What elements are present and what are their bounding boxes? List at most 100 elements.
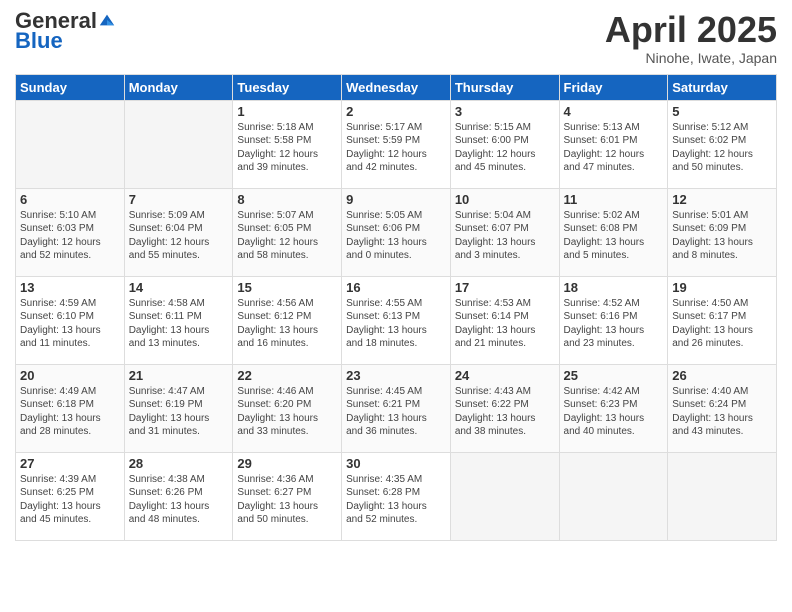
- day-number: 18: [564, 280, 664, 295]
- day-info: Sunrise: 4:53 AMSunset: 6:14 PMDaylight:…: [455, 297, 555, 351]
- day-number: 30: [346, 456, 446, 471]
- calendar-cell: 18 Sunrise: 4:52 AMSunset: 6:16 PMDayligh…: [559, 276, 668, 364]
- weekday-header: Sunday: [16, 74, 125, 100]
- calendar-cell: [559, 452, 668, 540]
- logo: General Blue: [15, 10, 116, 54]
- calendar-cell: 13Sunrise: 4:59 AMSunset: 6:10 PMDayligh…: [16, 276, 125, 364]
- day-info: Sunrise: 5:01 AMSunset: 6:09 PMDaylight:…: [672, 209, 772, 263]
- day-number: 4: [564, 104, 664, 119]
- weekday-header-row: SundayMondayTuesdayWednesdayThursdayFrid…: [16, 74, 777, 100]
- calendar-week-row: 1 Sunrise: 5:18 AMSunset: 5:58 PMDaylight…: [16, 100, 777, 188]
- calendar-cell: 28 Sunrise: 4:38 AMSunset: 6:26 PMDayligh…: [124, 452, 233, 540]
- day-info: Sunrise: 4:47 AMSunset: 6:19 PMDaylight:…: [129, 385, 229, 439]
- calendar-cell: 3Sunrise: 5:15 AMSunset: 6:00 PMDaylight…: [450, 100, 559, 188]
- weekday-header: Tuesday: [233, 74, 342, 100]
- day-number: 8: [237, 192, 337, 207]
- day-number: 23: [346, 368, 446, 383]
- calendar-cell: 17 Sunrise: 4:53 AMSunset: 6:14 PMDayligh…: [450, 276, 559, 364]
- day-number: 13: [20, 280, 120, 295]
- day-info: Sunrise: 5:17 AMSunset: 5:59 PMDaylight:…: [346, 121, 446, 175]
- day-info: Sunrise: 4:36 AMSunset: 6:27 PMDaylight:…: [237, 473, 337, 527]
- day-number: 14: [129, 280, 229, 295]
- day-number: 17: [455, 280, 555, 295]
- day-info: Sunrise: 4:39 AMSunset: 6:25 PMDaylight:…: [20, 473, 120, 527]
- calendar-cell: 25Sunrise: 4:42 AMSunset: 6:23 PMDayligh…: [559, 364, 668, 452]
- day-info: Sunrise: 4:35 AMSunset: 6:28 PMDaylight:…: [346, 473, 446, 527]
- day-number: 27: [20, 456, 120, 471]
- day-info: Sunrise: 4:50 AMSunset: 6:17 PMDaylight:…: [672, 297, 772, 351]
- day-info: Sunrise: 4:55 AMSunset: 6:13 PMDaylight:…: [346, 297, 446, 351]
- calendar-cell: 20 Sunrise: 4:49 AMSunset: 6:18 PMDayligh…: [16, 364, 125, 452]
- weekday-header: Friday: [559, 74, 668, 100]
- calendar-cell: 5Sunrise: 5:12 AMSunset: 6:02 PMDaylight…: [668, 100, 777, 188]
- day-info: Sunrise: 4:58 AMSunset: 6:11 PMDaylight:…: [129, 297, 229, 351]
- calendar-cell: 26Sunrise: 4:40 AMSunset: 6:24 PMDayligh…: [668, 364, 777, 452]
- day-number: 2: [346, 104, 446, 119]
- day-info: Sunrise: 5:10 AMSunset: 6:03 PMDaylight:…: [20, 209, 120, 263]
- calendar-week-row: 6 Sunrise: 5:10 AMSunset: 6:03 PMDaylight…: [16, 188, 777, 276]
- calendar-week-row: 20 Sunrise: 4:49 AMSunset: 6:18 PMDayligh…: [16, 364, 777, 452]
- calendar-cell: 15 Sunrise: 4:56 AMSunset: 6:12 PMDayligh…: [233, 276, 342, 364]
- day-number: 24: [455, 368, 555, 383]
- day-number: 19: [672, 280, 772, 295]
- day-info: Sunrise: 5:04 AMSunset: 6:07 PMDaylight:…: [455, 209, 555, 263]
- day-info: Sunrise: 4:49 AMSunset: 6:18 PMDaylight:…: [20, 385, 120, 439]
- day-info: Sunrise: 5:15 AMSunset: 6:00 PMDaylight:…: [455, 121, 555, 175]
- calendar-cell: 6 Sunrise: 5:10 AMSunset: 6:03 PMDaylight…: [16, 188, 125, 276]
- calendar-cell: 12 Sunrise: 5:01 AMSunset: 6:09 PMDayligh…: [668, 188, 777, 276]
- weekday-header: Monday: [124, 74, 233, 100]
- day-number: 15: [237, 280, 337, 295]
- day-number: 11: [564, 192, 664, 207]
- calendar-cell: 16 Sunrise: 4:55 AMSunset: 6:13 PMDayligh…: [342, 276, 451, 364]
- day-info: Sunrise: 5:09 AMSunset: 6:04 PMDaylight:…: [129, 209, 229, 263]
- calendar-cell: 8Sunrise: 5:07 AMSunset: 6:05 PMDaylight…: [233, 188, 342, 276]
- day-info: Sunrise: 4:56 AMSunset: 6:12 PMDaylight:…: [237, 297, 337, 351]
- day-info: Sunrise: 4:45 AMSunset: 6:21 PMDaylight:…: [346, 385, 446, 439]
- calendar-table: SundayMondayTuesdayWednesdayThursdayFrid…: [15, 74, 777, 541]
- calendar-cell: 1 Sunrise: 5:18 AMSunset: 5:58 PMDaylight…: [233, 100, 342, 188]
- calendar-cell: 19 Sunrise: 4:50 AMSunset: 6:17 PMDayligh…: [668, 276, 777, 364]
- day-number: 29: [237, 456, 337, 471]
- weekday-header: Thursday: [450, 74, 559, 100]
- day-number: 12: [672, 192, 772, 207]
- day-number: 5: [672, 104, 772, 119]
- day-info: Sunrise: 4:38 AMSunset: 6:26 PMDaylight:…: [129, 473, 229, 527]
- calendar-cell: 30 Sunrise: 4:35 AMSunset: 6:28 PMDayligh…: [342, 452, 451, 540]
- calendar-week-row: 13Sunrise: 4:59 AMSunset: 6:10 PMDayligh…: [16, 276, 777, 364]
- calendar-cell: 2 Sunrise: 5:17 AMSunset: 5:59 PMDaylight…: [342, 100, 451, 188]
- day-number: 1: [237, 104, 337, 119]
- day-info: Sunrise: 5:02 AMSunset: 6:08 PMDaylight:…: [564, 209, 664, 263]
- header: General Blue April 2025 Ninohe, Iwate, J…: [15, 10, 777, 66]
- day-number: 20: [20, 368, 120, 383]
- day-number: 10: [455, 192, 555, 207]
- calendar-cell: 7 Sunrise: 5:09 AMSunset: 6:04 PMDaylight…: [124, 188, 233, 276]
- calendar-week-row: 27 Sunrise: 4:39 AMSunset: 6:25 PMDayligh…: [16, 452, 777, 540]
- day-info: Sunrise: 4:40 AMSunset: 6:24 PMDaylight:…: [672, 385, 772, 439]
- day-info: Sunrise: 5:18 AMSunset: 5:58 PMDaylight:…: [237, 121, 337, 175]
- calendar-cell: [668, 452, 777, 540]
- calendar-cell: 21Sunrise: 4:47 AMSunset: 6:19 PMDayligh…: [124, 364, 233, 452]
- day-number: 16: [346, 280, 446, 295]
- calendar-page: General Blue April 2025 Ninohe, Iwate, J…: [0, 0, 792, 612]
- day-number: 28: [129, 456, 229, 471]
- day-info: Sunrise: 4:43 AMSunset: 6:22 PMDaylight:…: [455, 385, 555, 439]
- calendar-cell: [124, 100, 233, 188]
- weekday-header: Wednesday: [342, 74, 451, 100]
- calendar-cell: 4 Sunrise: 5:13 AMSunset: 6:01 PMDaylight…: [559, 100, 668, 188]
- calendar-cell: 11 Sunrise: 5:02 AMSunset: 6:08 PMDayligh…: [559, 188, 668, 276]
- day-number: 7: [129, 192, 229, 207]
- calendar-title: April 2025: [605, 10, 777, 50]
- day-info: Sunrise: 4:46 AMSunset: 6:20 PMDaylight:…: [237, 385, 337, 439]
- calendar-location: Ninohe, Iwate, Japan: [605, 50, 777, 66]
- calendar-cell: 27 Sunrise: 4:39 AMSunset: 6:25 PMDayligh…: [16, 452, 125, 540]
- day-info: Sunrise: 5:05 AMSunset: 6:06 PMDaylight:…: [346, 209, 446, 263]
- day-info: Sunrise: 4:42 AMSunset: 6:23 PMDaylight:…: [564, 385, 664, 439]
- title-block: April 2025 Ninohe, Iwate, Japan: [605, 10, 777, 66]
- day-number: 22: [237, 368, 337, 383]
- day-info: Sunrise: 5:13 AMSunset: 6:01 PMDaylight:…: [564, 121, 664, 175]
- calendar-cell: [450, 452, 559, 540]
- calendar-cell: 29 Sunrise: 4:36 AMSunset: 6:27 PMDayligh…: [233, 452, 342, 540]
- day-number: 6: [20, 192, 120, 207]
- day-info: Sunrise: 4:52 AMSunset: 6:16 PMDaylight:…: [564, 297, 664, 351]
- calendar-cell: [16, 100, 125, 188]
